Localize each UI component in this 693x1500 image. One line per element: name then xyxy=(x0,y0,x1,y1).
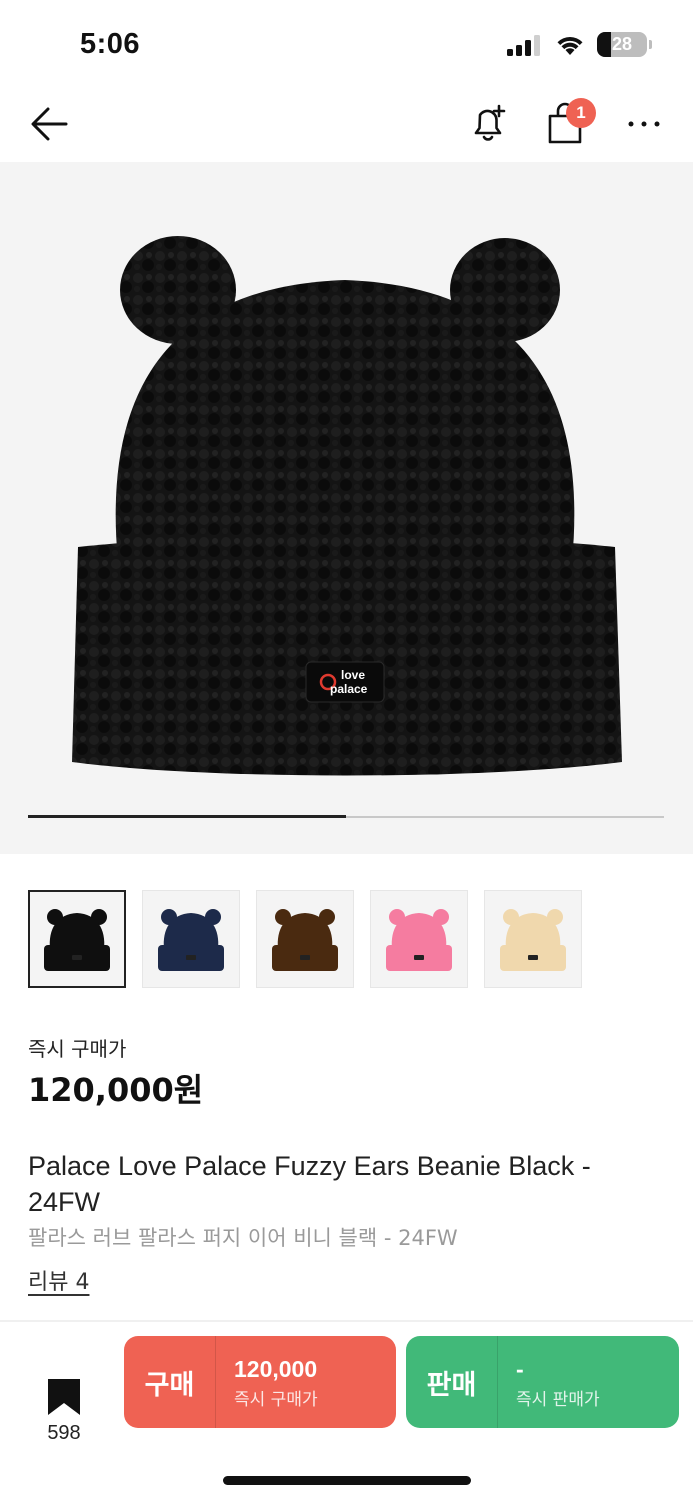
cart-count-badge: 1 xyxy=(566,98,596,128)
review-link[interactable]: 리뷰 4 xyxy=(28,1264,89,1296)
product-title: Palace Love Palace Fuzzy Ears Beanie Bla… xyxy=(28,1151,591,1217)
color-thumbnail[interactable] xyxy=(256,890,354,988)
product-image-gallery[interactable]: love palace xyxy=(0,162,693,854)
beanie-thumbnail-image xyxy=(44,909,110,971)
svg-text:palace: palace xyxy=(330,682,368,696)
beanie-thumbnail-image xyxy=(500,909,566,971)
beanie-thumbnail-image xyxy=(272,909,338,971)
product-price: 120,000원 xyxy=(28,1071,204,1109)
notification-add-icon[interactable] xyxy=(466,102,510,146)
beanie-product-image: love palace xyxy=(72,236,622,776)
bottom-bar-divider xyxy=(0,1320,693,1322)
svg-text:love: love xyxy=(341,668,365,682)
buy-button-label: 구매 xyxy=(124,1336,216,1428)
wishlist-button[interactable]: 598 xyxy=(36,1378,92,1445)
beanie-thumbnail-image xyxy=(158,909,224,971)
gallery-progress-fill xyxy=(28,815,346,818)
beanie-thumbnail-image xyxy=(386,909,452,971)
home-indicator xyxy=(223,1476,471,1485)
status-icons: 28 xyxy=(507,32,652,57)
more-options-icon[interactable] xyxy=(624,106,664,142)
color-thumbnail[interactable] xyxy=(142,890,240,988)
wifi-icon xyxy=(557,36,583,55)
sell-price-value: - xyxy=(516,1355,524,1382)
sell-button[interactable]: 판매 - 즉시 판매가 xyxy=(406,1336,679,1428)
status-bar: 5:06 28 xyxy=(0,0,693,86)
cellular-signal-icon xyxy=(507,34,540,56)
instant-buy-price-label: 즉시 구매가 xyxy=(28,1037,127,1061)
color-thumbnail[interactable] xyxy=(28,890,126,988)
buy-price-caption: 즉시 구매가 xyxy=(234,1389,318,1410)
sell-price-caption: 즉시 판매가 xyxy=(516,1389,600,1410)
color-thumbnail[interactable] xyxy=(370,890,468,988)
color-thumbnail[interactable] xyxy=(484,890,582,988)
wishlist-count: 598 xyxy=(47,1422,81,1444)
color-options xyxy=(28,890,582,988)
gallery-progress-track xyxy=(28,815,664,818)
buy-button[interactable]: 구매 120,000 즉시 구매가 xyxy=(124,1336,396,1428)
sell-button-label: 판매 xyxy=(406,1336,498,1428)
bookmark-icon xyxy=(48,1379,80,1415)
top-nav: 1 xyxy=(0,86,693,162)
back-arrow-icon[interactable] xyxy=(28,104,72,144)
product-title-korean: 팔라스 러브 팔라스 퍼지 이어 비니 블랙 - 24FW xyxy=(28,1226,458,1250)
buy-price-value: 120,000 xyxy=(234,1355,318,1382)
status-time: 5:06 xyxy=(80,28,141,60)
battery-icon: 28 xyxy=(597,32,652,57)
battery-level: 28 xyxy=(611,34,633,54)
